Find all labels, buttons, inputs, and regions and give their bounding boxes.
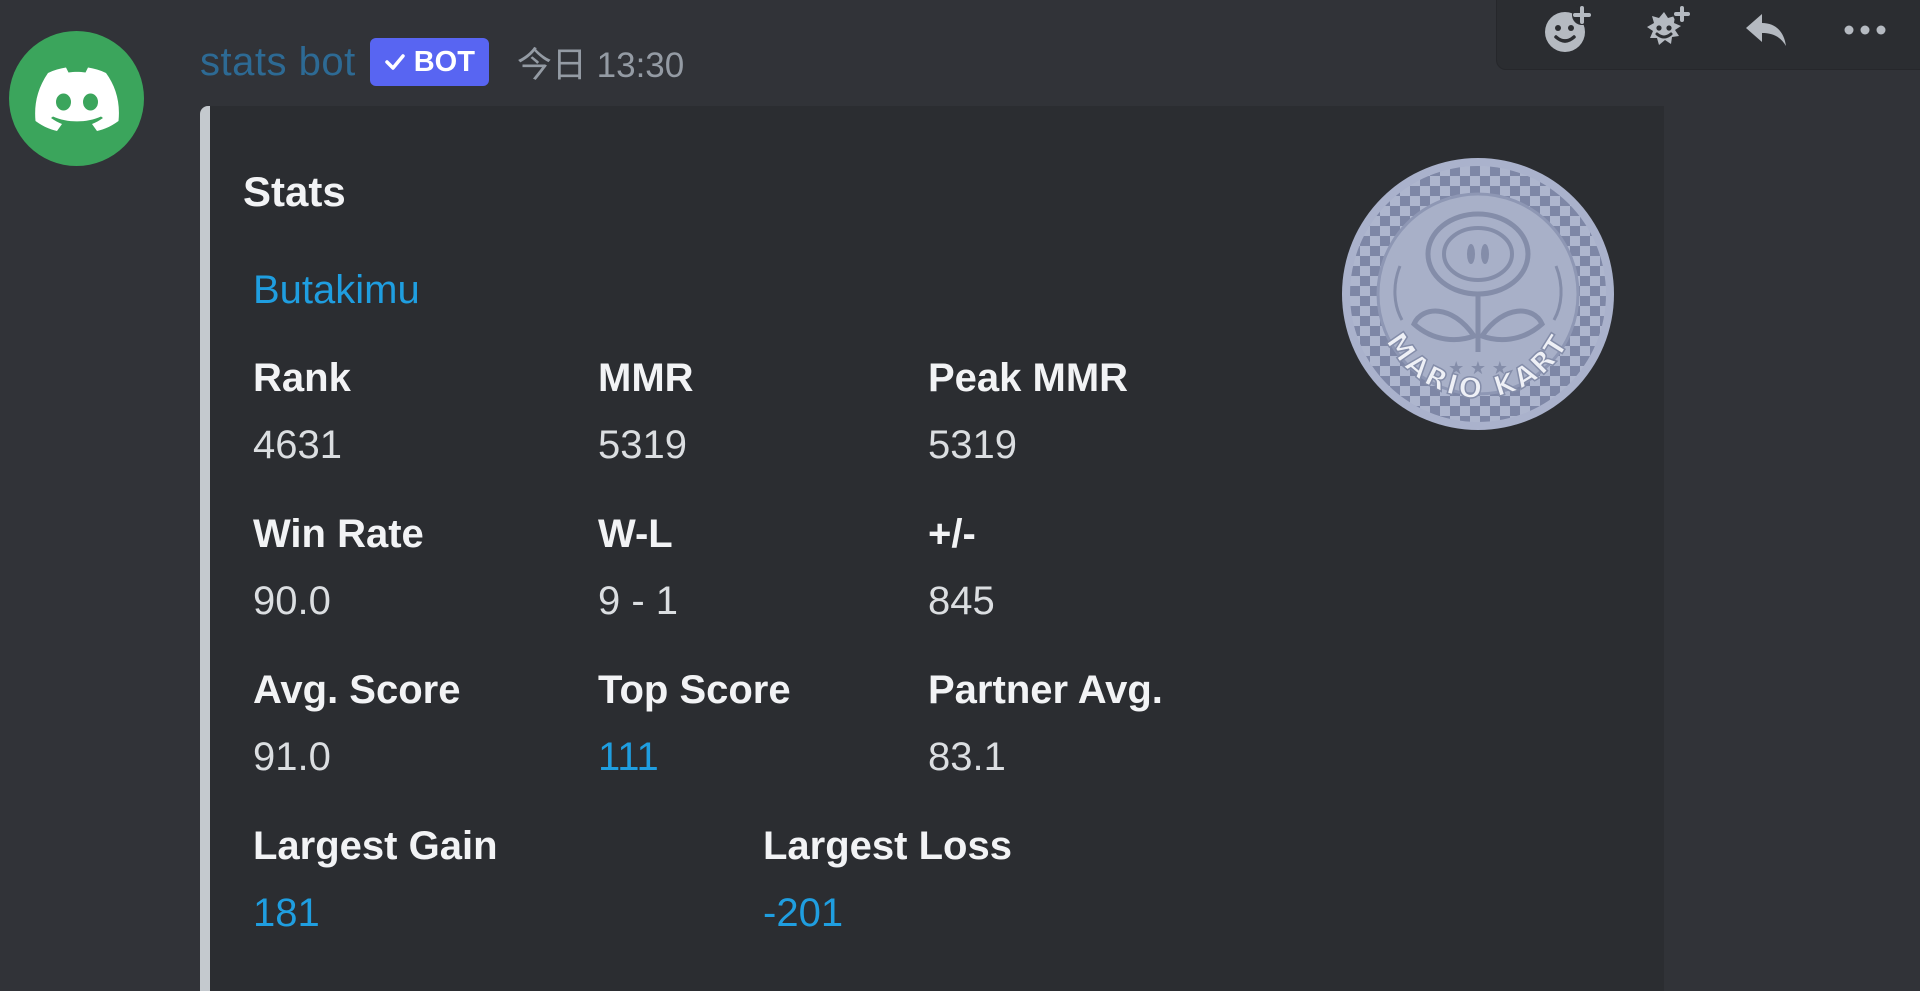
reply-button[interactable] xyxy=(1734,0,1798,62)
embed-player-link[interactable]: Butakimu xyxy=(253,268,420,313)
field-value: 845 xyxy=(928,579,995,623)
field-value: 90.0 xyxy=(253,579,331,623)
field-value: 5319 xyxy=(928,423,1017,467)
field-name: Largest Gain xyxy=(253,824,498,868)
field-value: 91.0 xyxy=(253,735,331,779)
field-name: Peak MMR xyxy=(928,356,1129,400)
discord-message-view: stats bot BOT 今日 13:30 Stats Butakimu ★ … xyxy=(0,0,1920,991)
field-name: Avg. Score xyxy=(253,668,461,712)
field-value: 5319 xyxy=(598,423,687,467)
mario-kart-flower-cup-thumbnail[interactable]: ★ ★ ★ MARIO KART xyxy=(1340,156,1616,432)
bot-avatar[interactable] xyxy=(9,31,144,166)
field-largest-gain: Largest Gain 181 xyxy=(253,824,498,936)
bot-badge-label: BOT xyxy=(413,45,475,78)
field-name: W-L xyxy=(598,512,673,556)
super-reaction-button[interactable] xyxy=(1634,0,1698,62)
field-value: 9 - 1 xyxy=(598,579,679,623)
reply-icon xyxy=(1745,14,1786,46)
field-partner-avg: Partner Avg. 83.1 xyxy=(928,668,1163,780)
verified-check-icon xyxy=(384,54,405,70)
field-name: Largest Loss xyxy=(763,824,1012,868)
author-name[interactable]: stats bot xyxy=(200,40,356,85)
field-value: 4631 xyxy=(253,423,342,467)
field-largest-loss: Largest Loss -201 xyxy=(763,824,1012,936)
field-mmr: MMR 5319 xyxy=(598,356,694,468)
more-options-button[interactable] xyxy=(1833,0,1897,62)
embed-title: Stats xyxy=(243,168,346,215)
field-plus-minus: +/- 845 xyxy=(928,512,995,624)
more-icon xyxy=(1844,25,1886,35)
super-reaction-icon xyxy=(1647,5,1692,45)
field-avg-score: Avg. Score 91.0 xyxy=(253,668,460,780)
field-top-score: Top Score 111 xyxy=(598,668,791,780)
bot-badge: BOT xyxy=(369,38,489,86)
field-name: Rank xyxy=(253,356,351,400)
message-header: stats bot BOT 今日 13:30 xyxy=(200,30,684,94)
field-peak-mmr: Peak MMR 5319 xyxy=(928,356,1128,468)
message-timestamp[interactable]: 今日 13:30 xyxy=(517,37,684,88)
add-reaction-icon xyxy=(1544,5,1592,52)
field-name: Partner Avg. xyxy=(928,668,1163,712)
field-rank: Rank 4631 xyxy=(253,356,351,468)
field-win-rate: Win Rate 90.0 xyxy=(253,512,424,624)
largest-gain-link[interactable]: 181 xyxy=(253,891,498,936)
field-win-loss: W-L 9 - 1 xyxy=(598,512,678,624)
field-name: +/- xyxy=(928,512,976,556)
field-name: Win Rate xyxy=(253,512,424,556)
top-score-link[interactable]: 111 xyxy=(598,735,791,780)
field-name: Top Score xyxy=(598,668,791,712)
field-name: MMR xyxy=(598,356,694,400)
field-value: 83.1 xyxy=(928,735,1006,779)
add-reaction-button[interactable] xyxy=(1535,0,1599,62)
discord-logo-icon xyxy=(34,67,119,131)
largest-loss-link[interactable]: -201 xyxy=(763,891,1012,936)
message-actions-toolbar xyxy=(1496,0,1920,70)
